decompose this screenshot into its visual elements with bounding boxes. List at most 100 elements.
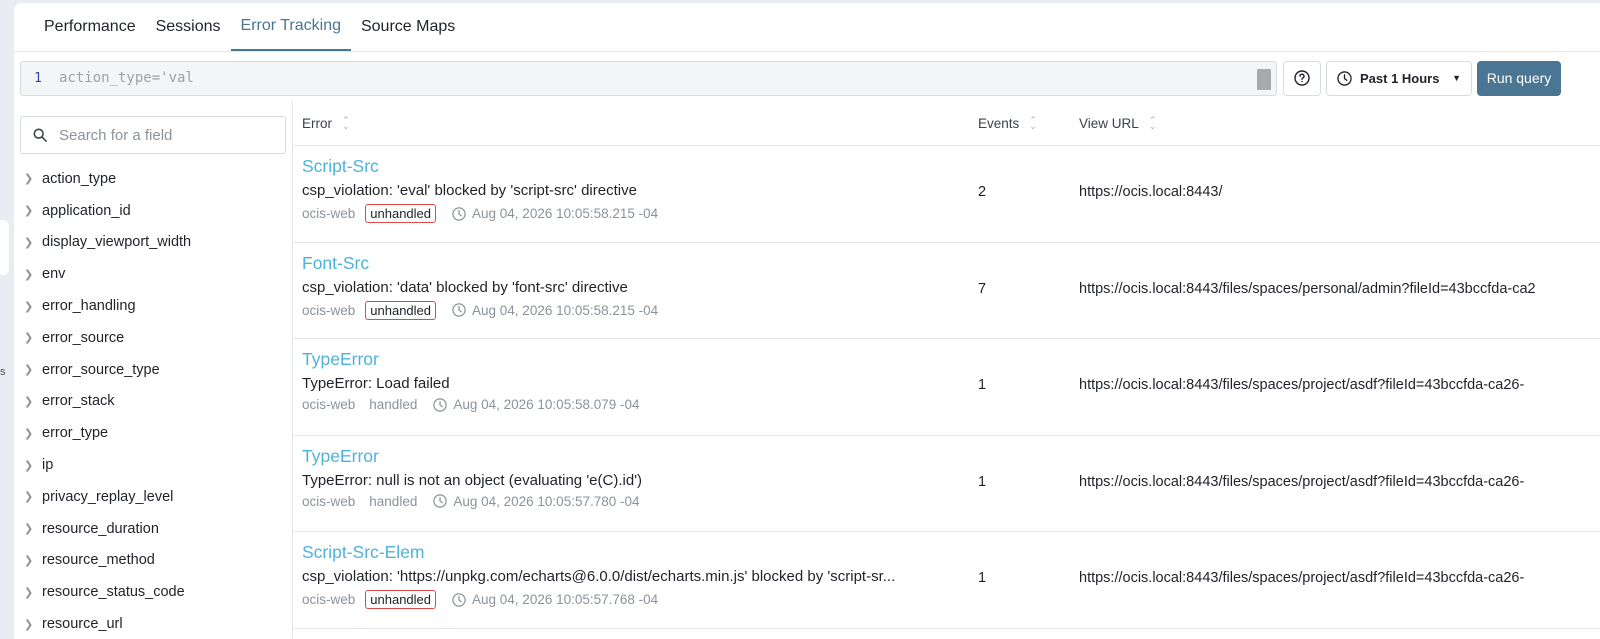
help-button[interactable]	[1283, 60, 1321, 96]
error-meta: ocis-web unhandled Aug 04, 2026 10:05:58.2…	[302, 204, 978, 223]
chevron-right-icon: ❯	[24, 459, 34, 472]
clock-icon	[452, 592, 466, 607]
unhandled-badge: unhandled	[365, 300, 437, 320]
column-header-label: Error	[302, 115, 332, 131]
search-icon	[33, 128, 47, 142]
timestamp-text: Aug 04, 2026 10:05:58.215 -04	[472, 206, 659, 221]
timestamp: Aug 04, 2026 10:05:57.768 -04	[452, 592, 658, 607]
field-item[interactable]: ❯ error_source	[14, 322, 292, 354]
background-window-text: s	[0, 366, 6, 378]
error-cell: Script-Src-Elem csp_violation: 'https://u…	[294, 532, 978, 628]
field-item-label: resource_status_code	[42, 584, 185, 601]
field-item-label: action_type	[42, 170, 117, 187]
error-message: csp_violation: 'https://unpkg.com/echart…	[302, 568, 896, 585]
error-meta: ocis-web handled Aug 04, 2026 10:05:57.780…	[302, 494, 978, 509]
clock-icon	[433, 397, 448, 412]
sort-icon: ⌃ ⌄	[1029, 115, 1037, 131]
timestamp: Aug 04, 2026 10:05:58.215 -04	[452, 303, 658, 318]
run-query-button[interactable]: Run query	[1477, 60, 1561, 96]
query-editor[interactable]: 1 action_type='val	[20, 60, 1277, 96]
field-item[interactable]: ❯ resource_url	[14, 608, 292, 639]
view-url[interactable]: https://ocis.local:8443/files/spaces/pro…	[1079, 436, 1600, 532]
view-url[interactable]: https://ocis.local:8443/files/spaces/pro…	[1079, 532, 1600, 628]
column-header-label: View URL	[1079, 115, 1139, 131]
field-item[interactable]: ❯ application_id	[14, 195, 292, 227]
chevron-right-icon: ❯	[24, 268, 34, 281]
error-title[interactable]: TypeError	[302, 348, 978, 370]
error-meta: ocis-web handled Aug 04, 2026 10:05:58.079…	[302, 397, 978, 412]
sort-icon: ⌃ ⌄	[1148, 115, 1157, 131]
field-item-label: display_viewport_width	[42, 234, 192, 251]
chevron-right-icon: ❯	[24, 491, 34, 504]
service-name: ocis-web	[302, 397, 356, 412]
service-name: ocis-web	[302, 592, 356, 607]
table-row[interactable]: Font-Src csp_violation: 'data' blocked by…	[294, 243, 1600, 339]
field-item[interactable]: ❯ resource_status_code	[14, 576, 292, 608]
chevron-right-icon: ❯	[24, 395, 34, 408]
field-item[interactable]: ❯ privacy_replay_level	[14, 481, 292, 513]
chevron-right-icon: ❯	[24, 523, 34, 536]
line-number: 1	[34, 70, 42, 86]
editor-scrollbar[interactable]	[1257, 68, 1271, 90]
chevron-right-icon: ❯	[24, 554, 34, 567]
table-row[interactable]: Script-Src-Elem csp_violation: 'https://u…	[294, 532, 1600, 629]
error-title[interactable]: Font-Src	[302, 252, 978, 274]
timestamp-text: Aug 04, 2026 10:05:57.768 -04	[472, 592, 659, 607]
background-window-edge	[0, 220, 9, 275]
chevron-right-icon: ❯	[24, 364, 34, 377]
clock-icon	[452, 206, 466, 221]
timestamp: Aug 04, 2026 10:05:58.079 -04	[433, 397, 640, 412]
field-search-input[interactable]: Search for a field	[20, 116, 286, 154]
clock-icon	[433, 494, 448, 508]
column-header-error[interactable]: Error ⌃ ⌄	[294, 116, 978, 131]
caret-down-icon: ▼	[1452, 73, 1461, 83]
view-url[interactable]: https://ocis.local:8443/	[1079, 146, 1600, 242]
handled-label: handled	[369, 493, 418, 509]
clock-icon	[1337, 70, 1352, 86]
field-item[interactable]: ❯ error_handling	[14, 290, 292, 322]
query-text[interactable]: action_type='val	[59, 70, 194, 86]
table-header: Error ⌃ ⌄ Events ⌃ ⌄ View URL ⌃ ⌄	[294, 101, 1600, 146]
events-count: 2	[978, 184, 987, 200]
error-title[interactable]: Script-Src-Elem	[302, 541, 978, 563]
timestamp-text: Aug 04, 2026 10:05:58.215 -04	[472, 302, 659, 318]
field-item[interactable]: ❯ resource_duration	[14, 513, 292, 545]
events-count: 7	[978, 280, 987, 297]
field-item[interactable]: ❯ error_source_type	[14, 354, 292, 386]
column-header-url[interactable]: View URL ⌃ ⌄	[1079, 116, 1600, 131]
field-item[interactable]: ❯ ip	[14, 449, 292, 481]
chevron-right-icon: ❯	[24, 173, 34, 186]
table-row[interactable]: TypeError TypeError: Load failed ocis-web h…	[294, 339, 1600, 436]
timestamp: Aug 04, 2026 10:05:58.215 -04	[452, 206, 658, 221]
field-item[interactable]: ❯ display_viewport_width	[14, 227, 292, 259]
field-item-label: application_id	[42, 202, 131, 219]
field-item[interactable]: ❯ error_stack	[14, 386, 292, 418]
field-item-label: resource_url	[42, 616, 123, 633]
field-item[interactable]: ❯ action_type	[14, 163, 292, 195]
service-name: ocis-web	[302, 302, 356, 318]
error-message: TypeError: Load failed	[302, 375, 450, 392]
field-item-label: error_source_type	[42, 361, 160, 378]
error-title[interactable]: TypeError	[302, 445, 978, 467]
tab-error-tracking[interactable]: Error Tracking	[230, 3, 351, 51]
field-item-label: error_handling	[42, 298, 136, 315]
error-title[interactable]: Script-Src	[302, 155, 978, 177]
tab-source-maps[interactable]: Source Maps	[351, 3, 465, 51]
table-row[interactable]: TypeError TypeError: null is not an objec…	[294, 436, 1600, 532]
column-header-events[interactable]: Events ⌃ ⌄	[978, 116, 1079, 131]
service-name: ocis-web	[302, 206, 356, 221]
table-body: Script-Src csp_violation: 'eval' blocked …	[294, 146, 1600, 629]
tab-performance[interactable]: Performance	[34, 3, 146, 51]
field-item-label: resource_duration	[42, 520, 159, 537]
error-cell: TypeError TypeError: null is not an objec…	[294, 436, 978, 532]
view-url[interactable]: https://ocis.local:8443/files/spaces/pro…	[1079, 339, 1600, 435]
sort-icon: ⌃ ⌄	[342, 115, 350, 131]
field-item[interactable]: ❯ resource_method	[14, 545, 292, 577]
field-item[interactable]: ❯ error_type	[14, 417, 292, 449]
tab-sessions[interactable]: Sessions	[146, 3, 231, 51]
chevron-right-icon: ❯	[24, 332, 34, 345]
table-row[interactable]: Script-Src csp_violation: 'eval' blocked …	[294, 146, 1600, 243]
view-url[interactable]: https://ocis.local:8443/files/spaces/per…	[1079, 243, 1600, 339]
field-item[interactable]: ❯ env	[14, 258, 292, 290]
time-range-select[interactable]: Past 1 Hours ▼	[1326, 60, 1472, 96]
